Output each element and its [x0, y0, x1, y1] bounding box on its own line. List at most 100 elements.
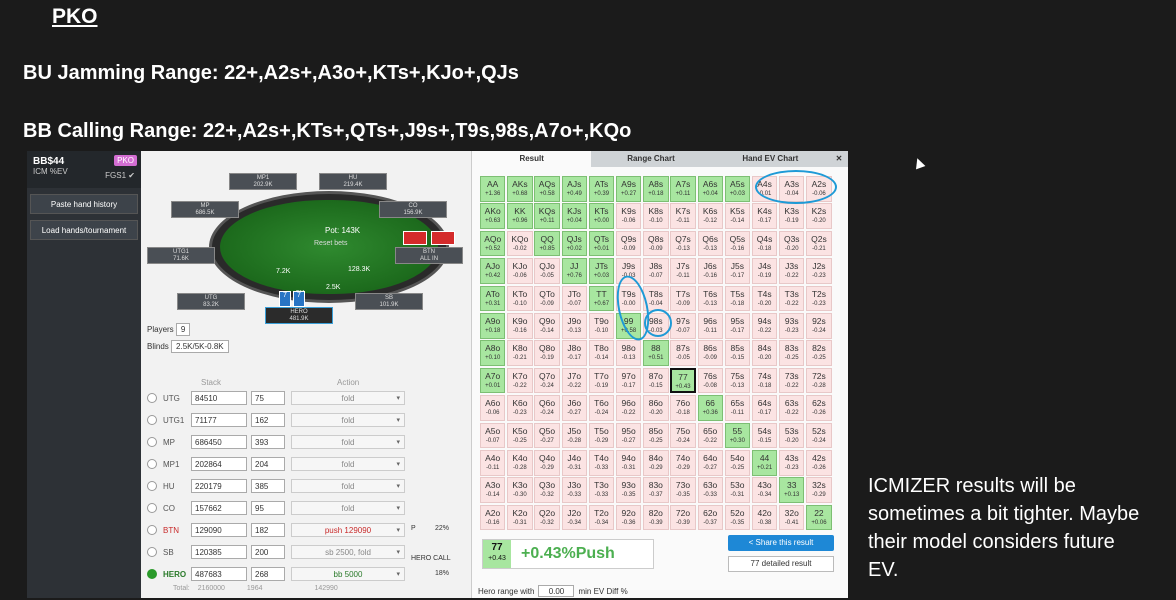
hand-cell-85o[interactable]: 85o -0.25: [643, 422, 669, 449]
player-radio[interactable]: [147, 459, 157, 469]
hand-cell-65o[interactable]: 65o -0.22: [697, 422, 723, 449]
hand-cell-Q2o[interactable]: Q2o -0.32: [534, 504, 560, 531]
hand-cell-A2o[interactable]: A2o -0.16: [480, 504, 506, 531]
hand-cell-88[interactable]: 88 +0.51: [643, 340, 669, 366]
hand-cell-82o[interactable]: 82o -0.39: [643, 504, 669, 531]
hand-cell-54s[interactable]: 54s -0.15: [751, 422, 778, 449]
hand-cell-A9o[interactable]: A9o +0.18: [480, 312, 506, 339]
hand-cell-98o[interactable]: 98o -0.13: [615, 340, 642, 366]
hand-cell-Q3s[interactable]: Q3s -0.20: [779, 230, 805, 257]
hand-cell-A7o[interactable]: A7o +0.01: [480, 367, 506, 394]
hand-cell-TT[interactable]: TT +0.67: [588, 285, 615, 312]
player-radio[interactable]: [147, 503, 157, 513]
stack-input[interactable]: 202864: [191, 457, 247, 471]
hand-cell-Q7s[interactable]: Q7s -0.13: [670, 230, 696, 257]
hand-cell-76s[interactable]: 76s -0.08: [697, 367, 723, 394]
hand-cell-A3o[interactable]: A3o -0.14: [480, 477, 506, 503]
hand-cell-KJo[interactable]: KJo -0.06: [507, 258, 533, 284]
hand-cell-Q4s[interactable]: Q4s -0.18: [751, 230, 778, 257]
hand-cell-KQs[interactable]: KQs +0.11: [534, 203, 560, 229]
hand-cell-QJs[interactable]: QJs +0.02: [561, 230, 587, 257]
hand-cell-T5o[interactable]: T5o -0.29: [588, 422, 615, 449]
hand-cell-K8s[interactable]: K8s -0.10: [643, 203, 669, 229]
seat-utg1[interactable]: UTG1 71.6K: [147, 247, 215, 264]
load-hands-button[interactable]: Load hands/tournament: [30, 220, 138, 240]
hand-cell-K9s[interactable]: K9s -0.06: [615, 203, 642, 229]
hand-cell-87s[interactable]: 87s -0.05: [670, 340, 696, 366]
hand-cell-KTs[interactable]: KTs +0.00: [588, 203, 615, 229]
bb-input[interactable]: 385: [251, 479, 285, 493]
hand-cell-55[interactable]: 55 +0.30: [724, 422, 751, 449]
hand-cell-J2s[interactable]: J2s -0.23: [806, 258, 832, 284]
players-select[interactable]: 9: [175, 323, 191, 336]
seat-hero[interactable]: HERO 481.9K: [265, 307, 333, 324]
share-result-button[interactable]: < Share this result: [728, 535, 834, 551]
hand-cell-T4o[interactable]: T4o -0.33: [588, 449, 615, 476]
seat-co[interactable]: CO 156.9K: [379, 201, 447, 218]
hand-cell-92s[interactable]: 92s -0.24: [806, 312, 832, 339]
hand-cell-83s[interactable]: 83s -0.25: [779, 340, 805, 366]
hand-cell-74s[interactable]: 74s -0.18: [751, 367, 778, 394]
hand-cell-J7o[interactable]: J7o -0.22: [561, 367, 587, 394]
hand-cell-AQs[interactable]: AQs +0.58: [534, 176, 560, 202]
detailed-result-button[interactable]: 77 detailed result: [728, 556, 834, 572]
hand-cell-AKs[interactable]: AKs +0.68: [507, 176, 533, 202]
hand-cell-Q8o[interactable]: Q8o -0.19: [534, 340, 560, 366]
hand-cell-T2o[interactable]: T2o -0.34: [588, 504, 615, 531]
hand-cell-Q5s[interactable]: Q5s -0.16: [724, 230, 751, 257]
hand-cell-95o[interactable]: 95o -0.27: [615, 422, 642, 449]
tab-hand-ev-chart[interactable]: Hand EV Chart: [711, 151, 830, 167]
close-icon[interactable]: ✕: [830, 151, 848, 167]
hand-cell-92o[interactable]: 92o -0.36: [615, 504, 642, 531]
hand-cell-A6s[interactable]: A6s +0.04: [697, 176, 723, 202]
hand-cell-33[interactable]: 33 +0.13: [779, 477, 805, 503]
hand-cell-Q9s[interactable]: Q9s -0.09: [615, 230, 642, 257]
hand-cell-73s[interactable]: 73s -0.22: [779, 367, 805, 394]
hand-cell-J2o[interactable]: J2o -0.34: [561, 504, 587, 531]
bb-input[interactable]: 268: [251, 567, 285, 581]
stack-input[interactable]: 220179: [191, 479, 247, 493]
seat-mp1[interactable]: MP1 202.9K: [229, 173, 297, 190]
bb-input[interactable]: 200: [251, 545, 285, 559]
hand-cell-Q4o[interactable]: Q4o -0.29: [534, 449, 560, 476]
seat-utg[interactable]: UTG 83.2K: [177, 293, 245, 310]
hand-cell-ATo[interactable]: ATo +0.31: [480, 285, 506, 312]
hand-cell-Q6s[interactable]: Q6s -0.13: [697, 230, 723, 257]
hand-cell-QJo[interactable]: QJo -0.05: [534, 258, 560, 284]
hand-cell-J6o[interactable]: J6o -0.27: [561, 395, 587, 421]
hand-cell-T3s[interactable]: T3s -0.22: [779, 285, 805, 312]
hand-cell-A6o[interactable]: A6o -0.06: [480, 395, 506, 421]
hand-cell-JTs[interactable]: JTs +0.03: [588, 258, 615, 284]
hand-cell-AA[interactable]: AA +1.36: [480, 176, 506, 202]
hand-cell-J5o[interactable]: J5o -0.28: [561, 422, 587, 449]
bb-input[interactable]: 393: [251, 435, 285, 449]
action-select[interactable]: fold: [291, 457, 405, 471]
seat-sb[interactable]: SB 101.9K: [355, 293, 423, 310]
player-radio[interactable]: [147, 437, 157, 447]
stack-input[interactable]: 487683: [191, 567, 247, 581]
hand-cell-KK[interactable]: KK +0.96: [507, 203, 533, 229]
hand-cell-AKo[interactable]: AKo +0.63: [480, 203, 506, 229]
hand-cell-T6s[interactable]: T6s -0.13: [697, 285, 723, 312]
hand-cell-97s[interactable]: 97s -0.07: [670, 312, 696, 339]
hand-cell-54o[interactable]: 54o -0.25: [724, 449, 751, 476]
hand-cell-K5s[interactable]: K5s -0.14: [724, 203, 751, 229]
hand-cell-76o[interactable]: 76o -0.18: [670, 395, 696, 421]
player-radio[interactable]: [147, 393, 157, 403]
action-select[interactable]: fold: [291, 501, 405, 515]
hand-cell-Q9o[interactable]: Q9o -0.14: [534, 312, 560, 339]
seat-hu[interactable]: HU 219.4K: [319, 173, 387, 190]
hand-cell-J4s[interactable]: J4s -0.19: [751, 258, 778, 284]
hand-cell-T7o[interactable]: T7o -0.19: [588, 367, 615, 394]
hand-cell-75o[interactable]: 75o -0.24: [670, 422, 696, 449]
hand-cell-K5o[interactable]: K5o -0.25: [507, 422, 533, 449]
tab-range-chart[interactable]: Range Chart: [591, 151, 710, 167]
hand-cell-T8o[interactable]: T8o -0.14: [588, 340, 615, 366]
hand-cell-43o[interactable]: 43o -0.34: [751, 477, 778, 503]
hand-cell-K6s[interactable]: K6s -0.12: [697, 203, 723, 229]
hand-cell-64o[interactable]: 64o -0.27: [697, 449, 723, 476]
action-select[interactable]: fold: [291, 413, 405, 427]
action-select[interactable]: fold: [291, 435, 405, 449]
hand-cell-65s[interactable]: 65s -0.11: [724, 395, 751, 421]
reset-bets-link[interactable]: Reset bets: [314, 240, 347, 247]
